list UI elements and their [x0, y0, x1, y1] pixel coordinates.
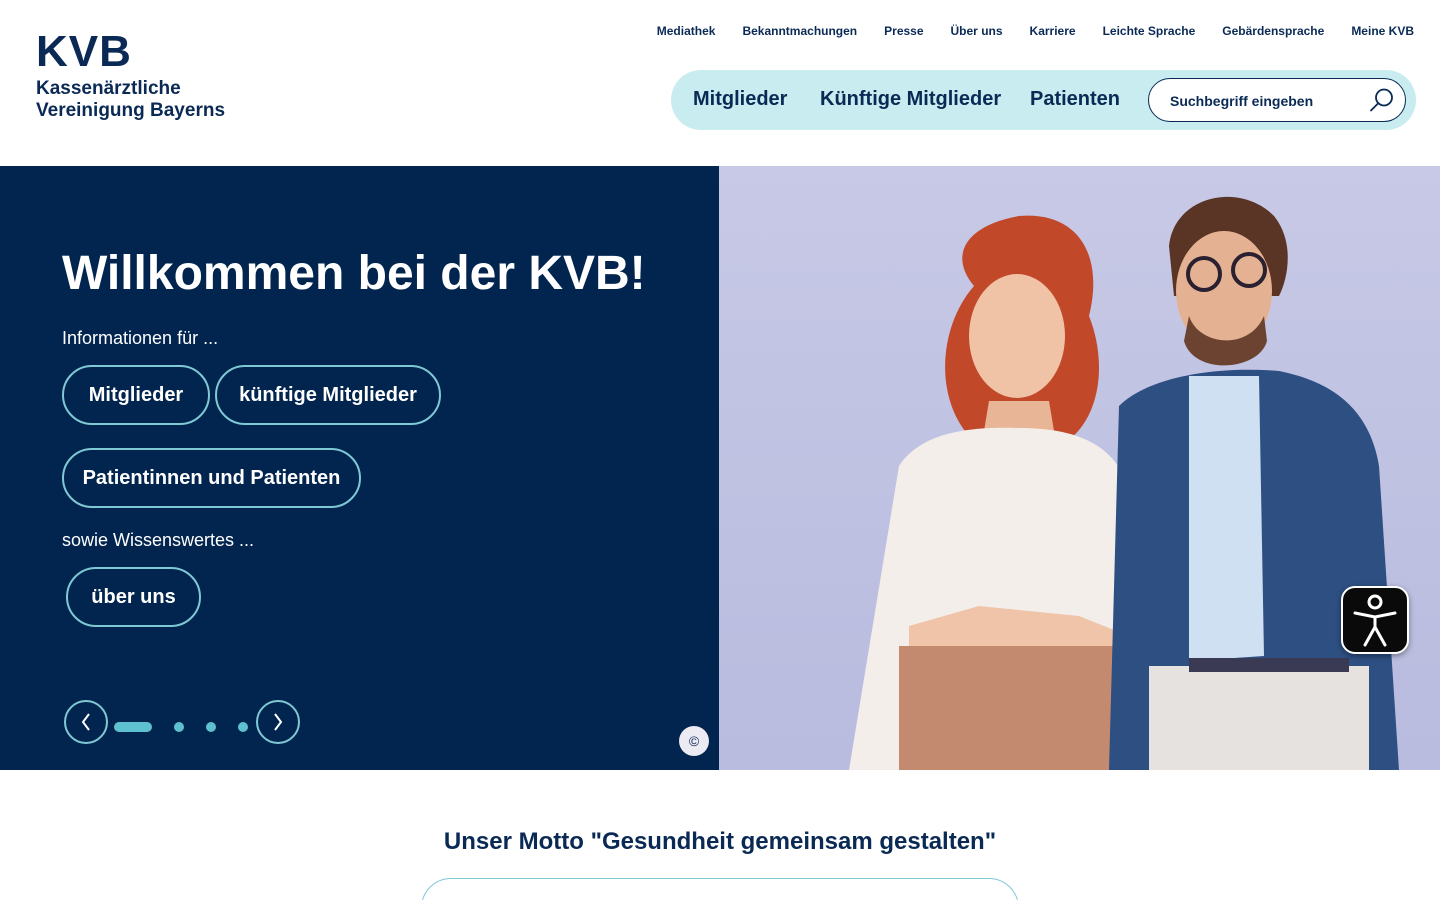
slider-dot-3[interactable]: [206, 722, 216, 732]
search-icon[interactable]: [1369, 87, 1395, 113]
hero-button-mitglieder[interactable]: Mitglieder: [62, 365, 210, 425]
logo-line-2: Vereinigung Bayerns: [36, 100, 226, 121]
hero-more-text: sowie Wissenswertes ...: [62, 530, 255, 550]
hero-panel: Willkommen bei der KVB! Informationen fü…: [0, 166, 719, 770]
hero-intro-text: Informationen für ...: [62, 328, 219, 348]
hero-photo: [719, 166, 1440, 770]
slider-dot-4[interactable]: [238, 722, 248, 732]
man-figure: [1109, 196, 1399, 770]
utility-link-presse[interactable]: Presse: [884, 24, 923, 38]
utility-link-ueber-uns[interactable]: Über uns: [951, 24, 1003, 38]
slider-prev-button[interactable]: [64, 700, 108, 744]
site-header: KVB Kassenärztliche Vereinigung Bayerns …: [0, 0, 1440, 166]
utility-link-leichte-sprache[interactable]: Leichte Sprache: [1103, 24, 1196, 38]
logo-line-1: Kassenärztliche: [36, 78, 181, 99]
motto-heading: Unser Motto "Gesundheit gemeinsam gestal…: [443, 828, 997, 855]
chevron-right-icon: [274, 713, 283, 731]
hero-button-patienten[interactable]: Patientinnen und Patienten: [62, 448, 361, 508]
main-nav: Mitglieder Künftige Mitglieder Patienten: [671, 70, 1416, 130]
hero-button-ueber-uns[interactable]: über uns: [66, 567, 201, 627]
chevron-left-icon: [81, 713, 90, 731]
search-box: [1148, 78, 1406, 122]
utility-link-meine-kvb[interactable]: Meine KVB: [1351, 24, 1414, 38]
nav-item-patienten[interactable]: Patienten: [1030, 88, 1120, 111]
logo-mark: KVB: [36, 27, 132, 76]
hero-photo-illustration: [849, 196, 1399, 770]
utility-link-mediathek[interactable]: Mediathek: [657, 24, 716, 38]
hero-title: Willkommen bei der KVB!: [62, 247, 646, 300]
accessibility-button[interactable]: [1341, 586, 1409, 654]
utility-link-bekanntmachungen[interactable]: Bekanntmachungen: [742, 24, 857, 38]
nav-item-mitglieder[interactable]: Mitglieder: [693, 88, 787, 111]
slider-dot-1[interactable]: [114, 722, 152, 732]
utility-link-karriere[interactable]: Karriere: [1030, 24, 1076, 38]
accessibility-icon: [1353, 594, 1397, 647]
utility-link-gebaerdensprache[interactable]: Gebärdensprache: [1222, 24, 1324, 38]
woman-figure: [849, 215, 1139, 770]
search-input[interactable]: [1170, 91, 1360, 111]
hero-button-kuenftige-mitglieder[interactable]: künftige Mitglieder: [215, 365, 441, 425]
slider-next-button[interactable]: [256, 700, 300, 744]
kvb-logo[interactable]: KVB Kassenärztliche Vereinigung Bayerns: [36, 30, 225, 122]
hero-section: Willkommen bei der KVB! Informationen fü…: [0, 166, 1440, 770]
copyright-button[interactable]: ©: [679, 726, 709, 756]
slider-dot-2[interactable]: [174, 722, 184, 732]
nav-item-kuenftige-mitglieder[interactable]: Künftige Mitglieder: [820, 88, 1001, 111]
motto-search-box[interactable]: [421, 878, 1019, 900]
utility-nav: Mediathek Bekanntmachungen Presse Über u…: [657, 24, 1414, 38]
